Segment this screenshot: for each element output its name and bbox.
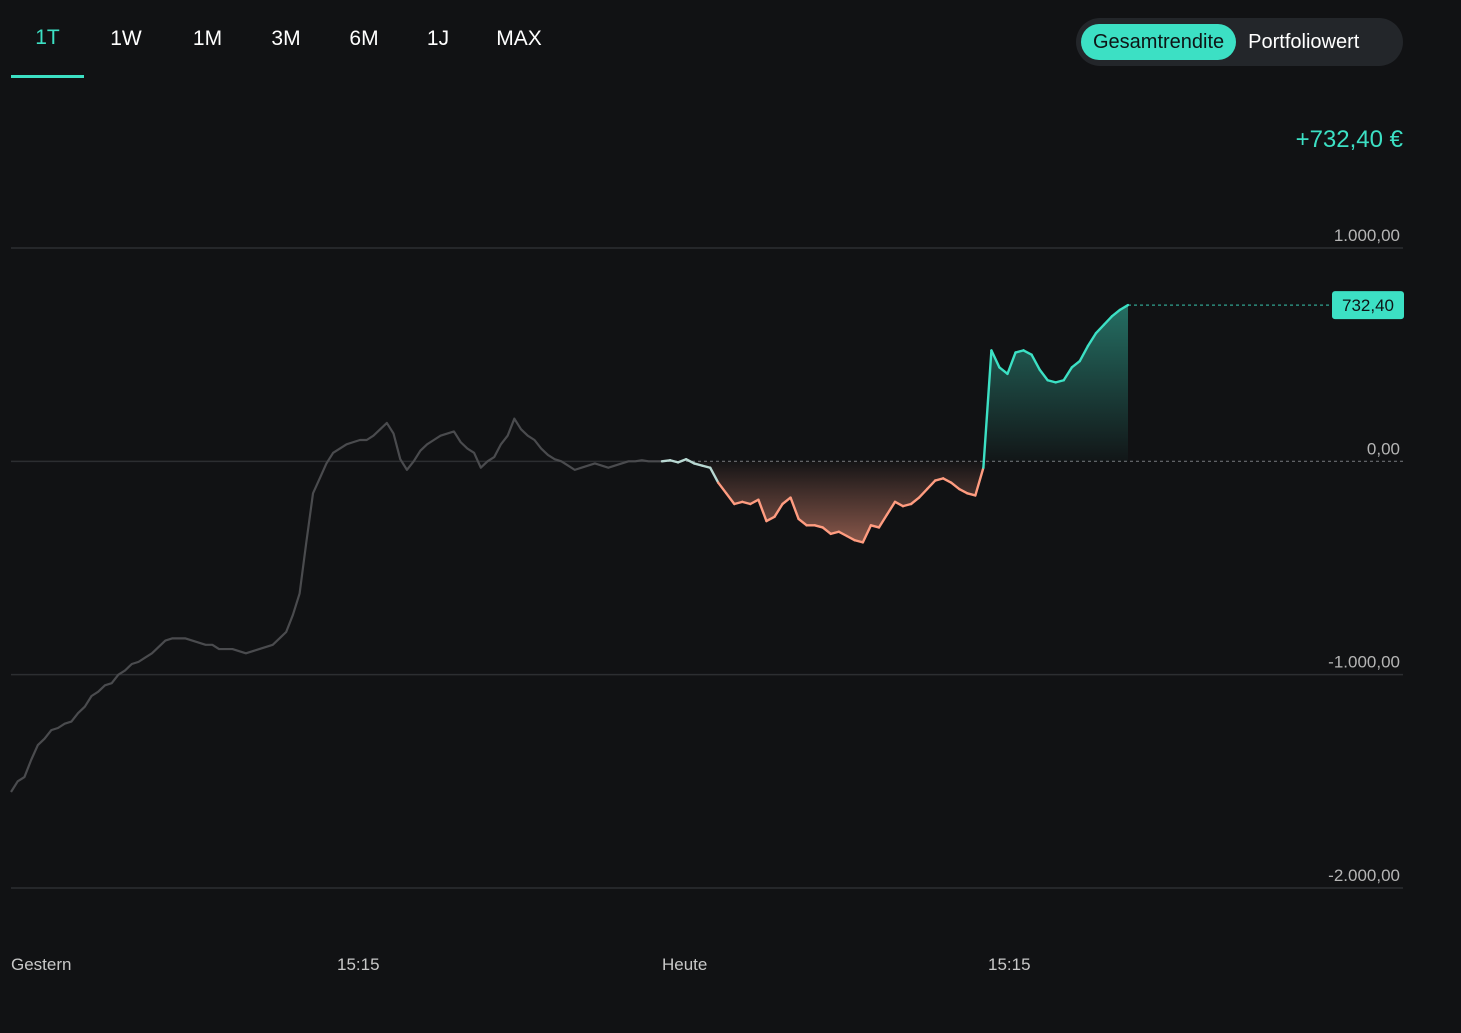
series-segment-heute — [660, 459, 672, 463]
y-tick-label: -2.000,00 — [1328, 866, 1400, 885]
x-tick-label: Heute — [662, 955, 707, 974]
series-line-gestern — [10, 417, 662, 793]
series-segment-heute — [676, 458, 688, 464]
y-tick-label: -1.000,00 — [1328, 653, 1400, 672]
return-chart: 1.000,00 0,00 -1.000,00 -2.000,00 732,40 Gest… — [10, 226, 1404, 974]
x-tick-label: Gestern — [11, 955, 71, 974]
series-segment-heute — [668, 459, 680, 464]
y-tick-label: 1.000,00 — [1334, 226, 1400, 245]
y-tick-label: 0,00 — [1367, 439, 1400, 458]
x-tick-label: 15:15 — [337, 955, 380, 974]
x-tick-label: 15:15 — [988, 955, 1031, 974]
positive-area — [662, 305, 1128, 462]
last-value-label: 732,40 — [1342, 296, 1394, 315]
